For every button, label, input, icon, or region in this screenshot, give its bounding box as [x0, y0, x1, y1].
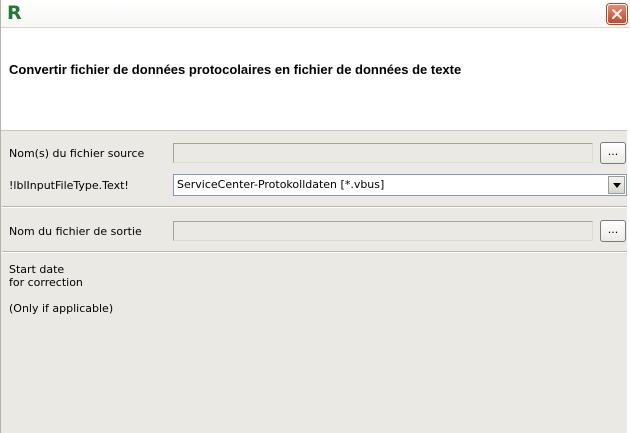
- app-logo: R: [7, 2, 22, 24]
- header-panel: [1, 28, 630, 131]
- page-title: Convertir fichier de données protocolair…: [9, 62, 462, 77]
- output-browse-button[interactable]: ...: [600, 220, 626, 242]
- source-file-label: Nom(s) du fichier source: [9, 147, 145, 160]
- chevron-down-icon: [613, 183, 621, 188]
- source-browse-button[interactable]: ...: [600, 142, 626, 164]
- start-date-label: Start date: [9, 263, 65, 276]
- output-file-input[interactable]: [173, 221, 593, 241]
- file-type-select[interactable]: ServiceCenter-Protokolldaten [*.vbus]: [173, 174, 627, 196]
- separator: [2, 206, 627, 208]
- close-button[interactable]: [607, 4, 627, 24]
- separator: [2, 251, 627, 253]
- dropdown-button[interactable]: [608, 176, 625, 194]
- only-if-applicable-label: (Only if applicable): [9, 302, 114, 315]
- source-file-input[interactable]: [173, 143, 593, 163]
- file-type-label: !lblInputFileType.Text!: [9, 179, 129, 192]
- close-x-icon: [612, 9, 622, 19]
- title-bar: R: [1, 0, 630, 28]
- correction-label: for correction: [9, 276, 83, 289]
- output-file-label: Nom du fichier de sortie: [9, 225, 142, 238]
- file-type-selected-value: ServiceCenter-Protokolldaten [*.vbus]: [177, 178, 385, 191]
- dialog-window: R Convertir fichier de données protocola…: [0, 0, 630, 433]
